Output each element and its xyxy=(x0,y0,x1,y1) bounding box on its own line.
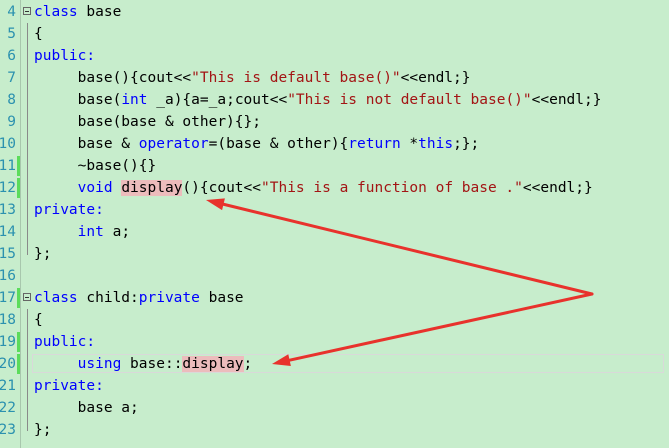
code-editor[interactable]: 4 class base 5{6 public: 7 base(){cout<<"Thi… xyxy=(0,0,669,448)
annotation-arrows xyxy=(206,198,594,367)
arrow-to-using-display xyxy=(272,292,594,367)
arrow-to-base-display xyxy=(206,198,594,296)
